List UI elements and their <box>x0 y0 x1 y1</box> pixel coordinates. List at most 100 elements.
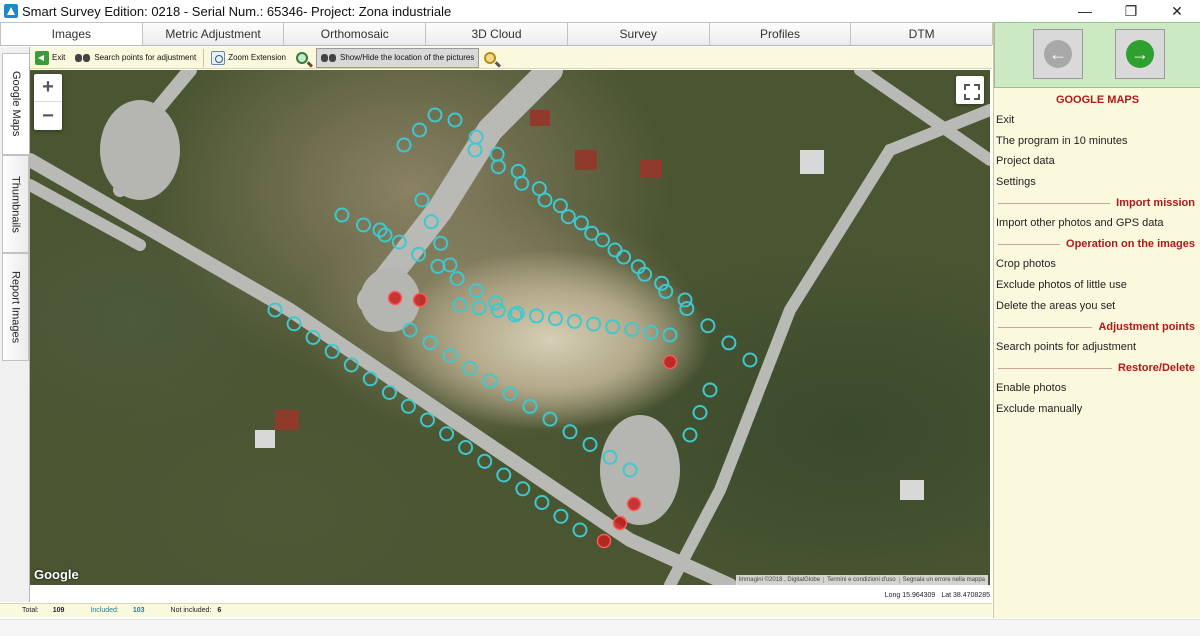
fullscreen-button[interactable] <box>956 76 984 104</box>
included-picture-marker[interactable] <box>396 137 412 153</box>
tab-profiles[interactable]: Profiles <box>708 22 852 45</box>
included-picture-marker[interactable] <box>658 283 674 299</box>
included-picture-marker[interactable] <box>515 481 531 497</box>
included-picture-marker[interactable] <box>662 327 678 343</box>
included-picture-marker[interactable] <box>442 348 458 363</box>
included-picture-marker[interactable] <box>490 159 506 175</box>
included-picture-marker[interactable] <box>548 311 563 327</box>
included-picture-marker[interactable] <box>334 207 350 223</box>
included-picture-marker[interactable] <box>567 313 582 329</box>
included-picture-marker[interactable] <box>488 295 504 311</box>
google-map[interactable]: + − Google Immagini ©2018 , DigitalGlobe… <box>30 70 990 585</box>
included-picture-marker[interactable] <box>439 426 455 442</box>
exit-button[interactable]: Exit <box>30 48 70 68</box>
sidetab-report-images[interactable]: Report Images <box>2 253 29 361</box>
included-picture-marker[interactable] <box>542 411 558 427</box>
included-picture-marker[interactable] <box>433 235 449 251</box>
menu-search-points[interactable]: Search points for adjustment <box>996 341 1136 353</box>
included-picture-marker[interactable] <box>514 175 530 191</box>
zoom-extension-button[interactable]: Zoom Extension <box>206 48 291 68</box>
included-picture-marker[interactable] <box>562 424 578 440</box>
included-picture-marker[interactable] <box>572 522 588 538</box>
included-picture-marker[interactable] <box>560 209 576 225</box>
included-picture-marker[interactable] <box>654 275 670 291</box>
included-picture-marker[interactable] <box>447 112 463 128</box>
excluded-picture-marker[interactable] <box>662 354 678 370</box>
minimize-button[interactable]: — <box>1062 0 1108 22</box>
menu-import-photos-gps[interactable]: Import other photos and GPS data <box>996 217 1164 229</box>
included-picture-marker[interactable] <box>573 215 589 231</box>
tab-orthomosaic[interactable]: Orthomosaic <box>283 22 427 45</box>
excluded-picture-marker[interactable] <box>596 533 612 549</box>
sidetab-thumbnails[interactable]: Thumbnails <box>2 155 29 253</box>
included-picture-marker[interactable] <box>402 322 418 338</box>
included-picture-marker[interactable] <box>362 371 378 387</box>
excluded-picture-marker[interactable] <box>626 496 642 512</box>
included-picture-marker[interactable] <box>471 300 487 316</box>
search-points-button[interactable]: Search points for adjustment <box>70 48 201 68</box>
included-picture-marker[interactable] <box>624 322 640 337</box>
included-picture-marker[interactable] <box>420 412 435 428</box>
included-picture-marker[interactable] <box>537 192 553 208</box>
included-picture-marker[interactable] <box>427 107 443 123</box>
included-picture-marker[interactable] <box>356 217 371 233</box>
included-picture-marker[interactable] <box>452 297 468 313</box>
included-picture-marker[interactable] <box>605 319 621 335</box>
next-button[interactable]: → <box>1115 29 1165 79</box>
included-picture-marker[interactable] <box>534 495 550 510</box>
included-picture-marker[interactable] <box>412 122 427 138</box>
included-picture-marker[interactable] <box>458 440 474 455</box>
included-picture-marker[interactable] <box>528 308 544 324</box>
excluded-picture-marker[interactable] <box>612 515 628 531</box>
menu-program-10-minutes[interactable]: The program in 10 minutes <box>996 135 1127 147</box>
included-picture-marker[interactable] <box>553 508 569 524</box>
included-picture-marker[interactable] <box>586 316 602 332</box>
included-picture-marker[interactable] <box>477 453 493 469</box>
search-button[interactable] <box>479 48 504 68</box>
attribution-report-link[interactable]: Segnala un errore nella mappa <box>898 577 988 583</box>
sidetab-google-maps[interactable]: Google Maps <box>2 53 29 155</box>
menu-settings[interactable]: Settings <box>996 176 1036 188</box>
included-picture-marker[interactable] <box>702 382 718 398</box>
included-picture-marker[interactable] <box>643 324 659 340</box>
included-picture-marker[interactable] <box>381 385 397 400</box>
zoom-out-button[interactable]: − <box>34 102 62 130</box>
included-picture-marker[interactable] <box>400 398 416 414</box>
previous-button[interactable]: ← <box>1033 29 1083 79</box>
included-picture-marker[interactable] <box>700 318 716 334</box>
restore-button[interactable]: ❐ <box>1108 0 1154 22</box>
included-picture-marker[interactable] <box>490 303 506 318</box>
included-picture-marker[interactable] <box>462 360 478 376</box>
tab-metric-adjustment[interactable]: Metric Adjustment <box>141 22 285 45</box>
zoom-in-button[interactable]: + <box>34 74 62 102</box>
menu-delete-areas[interactable]: Delete the areas you set <box>996 300 1115 312</box>
menu-enable-photos[interactable]: Enable photos <box>996 382 1066 394</box>
included-picture-marker[interactable] <box>682 427 698 443</box>
included-picture-marker[interactable] <box>489 146 505 162</box>
included-picture-marker[interactable] <box>430 258 446 274</box>
included-picture-marker[interactable] <box>449 271 465 287</box>
zoom-button[interactable] <box>291 48 316 68</box>
tab-images[interactable]: Images <box>0 22 143 45</box>
excluded-picture-marker[interactable] <box>387 290 403 306</box>
included-picture-marker[interactable] <box>496 467 512 483</box>
close-button[interactable]: ✕ <box>1154 0 1200 22</box>
included-picture-marker[interactable] <box>482 373 498 389</box>
included-picture-marker[interactable] <box>721 335 737 351</box>
attribution-terms-link[interactable]: Termini e condizioni d'uso <box>823 577 899 583</box>
included-picture-marker[interactable] <box>616 249 632 265</box>
included-picture-marker[interactable] <box>584 225 600 241</box>
excluded-picture-marker[interactable] <box>412 292 428 308</box>
menu-exclude-photos[interactable]: Exclude photos of little use <box>996 279 1127 291</box>
show-hide-pictures-button[interactable]: Show/Hide the location of the pictures <box>316 47 480 68</box>
menu-crop-photos[interactable]: Crop photos <box>996 258 1056 270</box>
included-picture-marker[interactable] <box>442 257 458 273</box>
included-picture-marker[interactable] <box>502 386 518 402</box>
included-picture-marker[interactable] <box>522 398 538 414</box>
menu-project-data[interactable]: Project data <box>996 155 1055 167</box>
included-picture-marker[interactable] <box>343 357 359 373</box>
included-picture-marker[interactable] <box>582 437 598 452</box>
tab-3d-cloud[interactable]: 3D Cloud <box>425 22 568 45</box>
tab-dtm[interactable]: DTM <box>850 22 994 45</box>
included-picture-marker[interactable] <box>692 405 708 420</box>
